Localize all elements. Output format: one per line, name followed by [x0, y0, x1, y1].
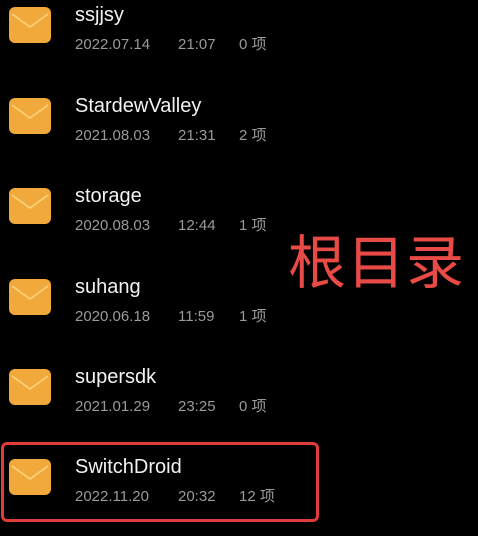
folder-icon [8, 5, 52, 45]
folder-icon [8, 186, 52, 226]
folder-row-supersdk[interactable]: supersdk 2021.01.29 23:25 0 项 [0, 366, 478, 446]
folder-date: 2020.06.18 [75, 308, 151, 325]
folder-icon [8, 96, 52, 136]
folder-date: 2022.07.14 [75, 36, 151, 53]
folder-name: supersdk [75, 366, 157, 388]
folder-name: suhang [75, 276, 141, 298]
folder-date: 2021.01.29 [75, 398, 151, 415]
folder-item-count: 1 项 [239, 217, 267, 234]
folder-item-count: 0 项 [239, 36, 267, 53]
folder-name: storage [75, 185, 142, 207]
folder-icon [8, 367, 52, 407]
folder-time: 12:44 [178, 217, 216, 234]
folder-row-stardewvalley[interactable]: StardewValley 2021.08.03 21:31 2 项 [0, 95, 478, 175]
file-list: ssjjsy 2022.07.14 21:07 0 项 StardewValle… [0, 0, 478, 534]
folder-row-ssjjsy[interactable]: ssjjsy 2022.07.14 21:07 0 项 [0, 4, 478, 84]
annotation-label: 根目录 [288, 229, 466, 297]
folder-time: 21:31 [178, 127, 216, 144]
folder-date: 2020.08.03 [75, 217, 151, 234]
folder-date: 2021.08.03 [75, 127, 151, 144]
folder-icon [8, 277, 52, 317]
folder-name: StardewValley [75, 95, 202, 117]
folder-time: 23:25 [178, 398, 216, 415]
folder-time: 11:59 [178, 308, 215, 325]
folder-item-count: 2 项 [239, 127, 267, 144]
highlight-box [1, 442, 319, 522]
folder-item-count: 1 项 [239, 308, 267, 325]
folder-item-count: 0 项 [239, 398, 267, 415]
folder-time: 21:07 [178, 36, 216, 53]
folder-name: ssjjsy [75, 4, 124, 26]
